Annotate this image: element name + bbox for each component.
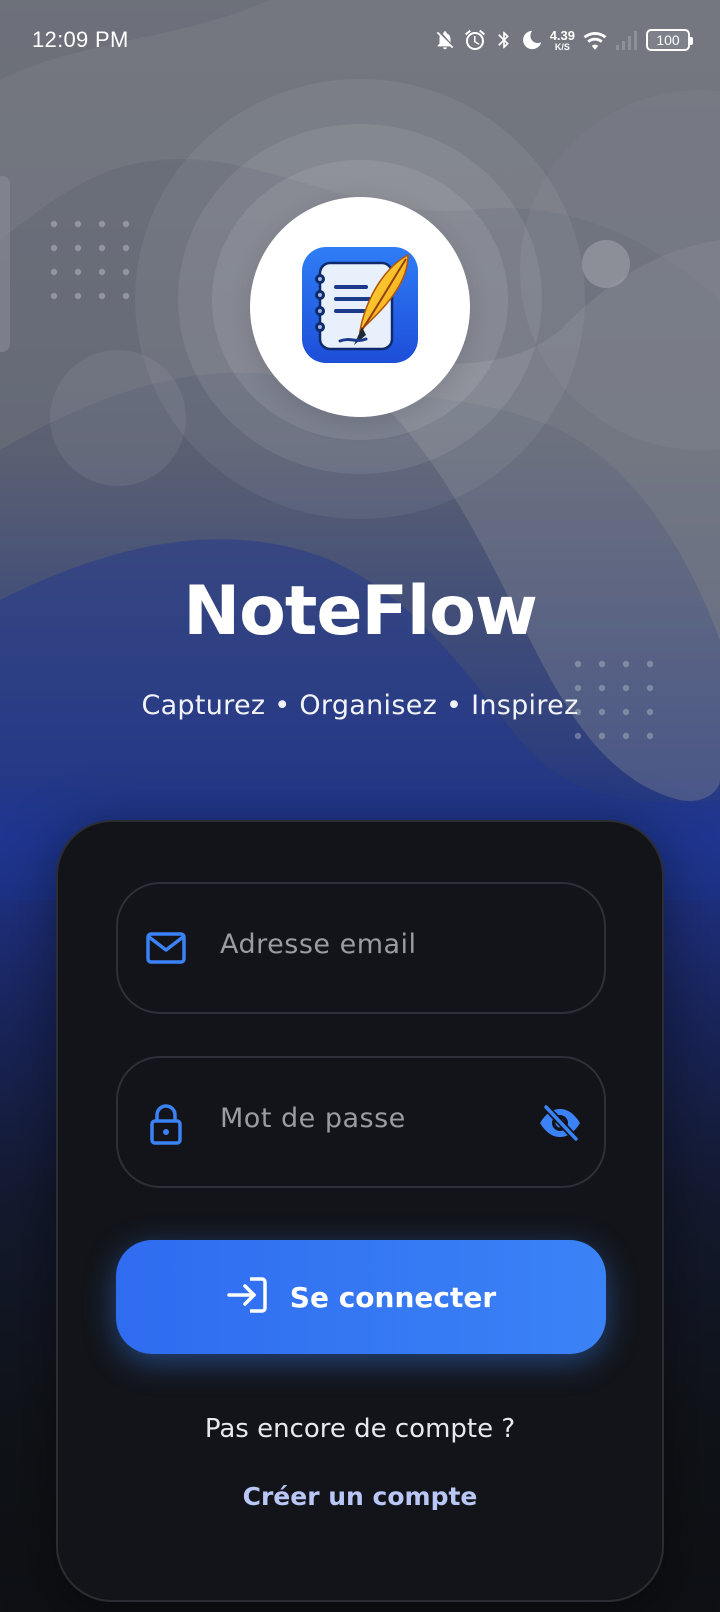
moon-icon [521, 29, 543, 51]
email-field[interactable]: Adresse email [116, 882, 606, 1014]
wifi-icon [582, 29, 608, 51]
battery-icon: 100 [646, 29, 693, 51]
app-tagline: Capturez • Organisez • Inspirez [141, 690, 579, 721]
status-time: 12:09 PM [32, 27, 129, 52]
status-icons: 4.39 K/S 100 [434, 28, 693, 52]
password-placeholder: Mot de passe [220, 1103, 406, 1134]
login-icon [226, 1275, 268, 1319]
bluetooth-icon [494, 28, 514, 52]
signal-icon [615, 29, 639, 51]
lock-icon [144, 1102, 188, 1150]
login-button-label: Se connecter [289, 1280, 497, 1314]
no-account-text: Pas encore de compte ? [204, 1414, 516, 1444]
status-bar: 12:09 PM 4.39 K/S 100 [0, 0, 720, 80]
net-speed-unit: K/S [554, 41, 570, 52]
app-logo [250, 197, 470, 417]
mail-icon [144, 928, 188, 972]
create-account-link[interactable]: Créer un compte [58, 1482, 662, 1511]
login-card: Adresse email Mot de passe Se connecter … [56, 820, 664, 1602]
battery-level: 100 [656, 32, 680, 48]
app-title: NoteFlow [183, 572, 538, 651]
eye-off-icon[interactable] [538, 1103, 582, 1147]
net-speed: 4.39 K/S [550, 29, 575, 52]
alarm-icon [463, 28, 487, 52]
login-button[interactable]: Se connecter [116, 1240, 606, 1354]
password-field[interactable]: Mot de passe [116, 1056, 606, 1188]
notebook-quill-icon [300, 245, 420, 369]
bell-off-icon [434, 28, 456, 52]
email-placeholder: Adresse email [220, 929, 417, 960]
net-speed-value: 4.39 [549, 27, 575, 43]
